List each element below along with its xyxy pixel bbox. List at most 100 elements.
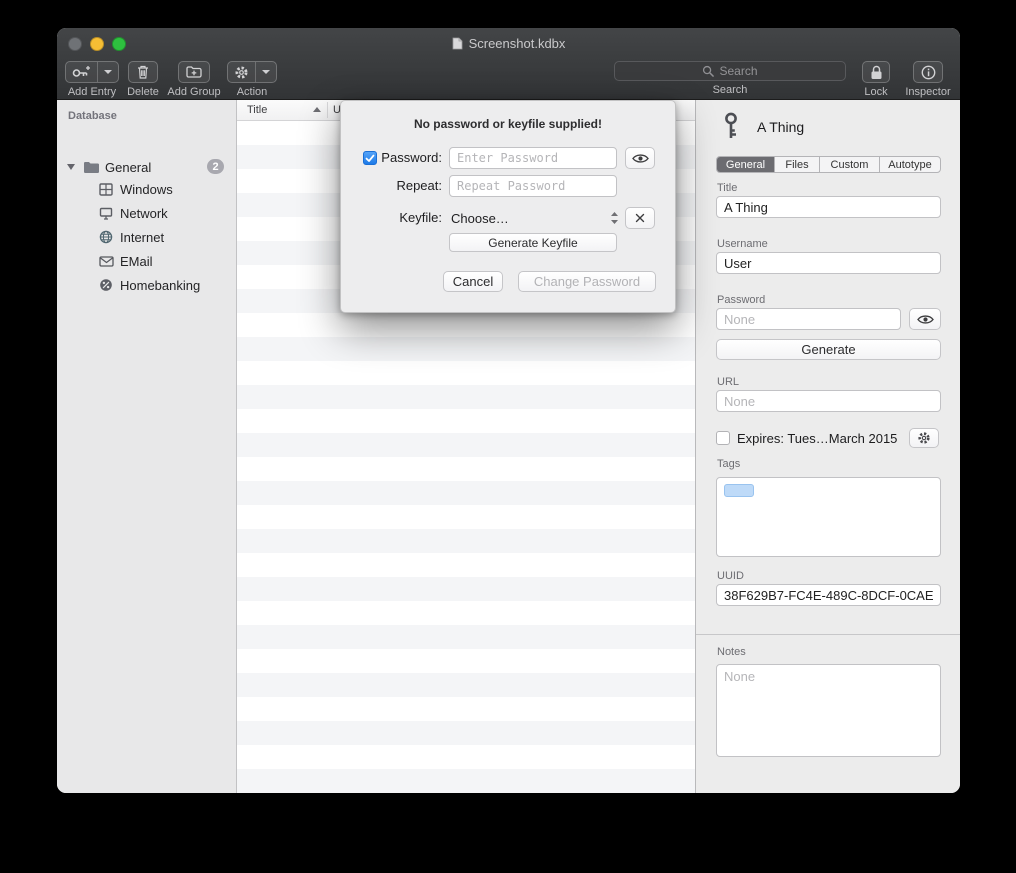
sidebar-group-general[interactable]: General 2 bbox=[57, 156, 236, 178]
sidebar-item-network[interactable]: Network bbox=[57, 202, 236, 224]
username-field-label: Username bbox=[717, 238, 768, 250]
folder-icon bbox=[82, 161, 100, 173]
checkmark-icon bbox=[365, 154, 375, 163]
expires-label: Expires: Tues…March 2015 bbox=[737, 431, 897, 446]
add-entry-key-icon bbox=[66, 62, 97, 82]
titlebar[interactable]: Screenshot.kdbx bbox=[57, 28, 960, 58]
envelope-icon bbox=[97, 256, 115, 267]
expires-settings-button[interactable] bbox=[909, 428, 939, 448]
tab-files[interactable]: Files bbox=[774, 157, 819, 172]
tags-field[interactable] bbox=[716, 477, 941, 557]
sidebar-item-windows[interactable]: Windows bbox=[57, 178, 236, 200]
notes-label: Notes bbox=[717, 646, 746, 658]
close-icon bbox=[635, 213, 645, 223]
sidebar-item-label: Network bbox=[120, 206, 168, 221]
tag-chip[interactable] bbox=[724, 484, 754, 497]
entry-count-badge: 2 bbox=[207, 159, 224, 174]
sidebar-group-label: General bbox=[105, 160, 151, 175]
add-group-button[interactable] bbox=[178, 61, 210, 83]
expires-checkbox[interactable] bbox=[716, 431, 730, 445]
eye-icon bbox=[917, 314, 934, 325]
window-title-text: Screenshot.kdbx bbox=[469, 36, 566, 51]
add-entry-label: Add Entry bbox=[68, 86, 116, 98]
dialog-password-label: Password: bbox=[381, 147, 442, 169]
sidebar-item-email[interactable]: EMail bbox=[57, 250, 236, 272]
inspector-tabs: General Files Custom Autotype bbox=[716, 156, 941, 173]
app-window: Screenshot.kdbx Add Entry bbox=[57, 28, 960, 793]
generate-keyfile-button[interactable]: Generate Keyfile bbox=[449, 233, 617, 252]
sidebar: Database General 2 Windows Network bbox=[57, 100, 237, 793]
title-field-label: Title bbox=[717, 182, 737, 194]
gear-icon bbox=[228, 62, 255, 82]
dialog-password-input[interactable] bbox=[449, 147, 617, 169]
lock-icon bbox=[870, 65, 883, 80]
chevron-down-icon bbox=[104, 70, 112, 74]
inspector-divider bbox=[696, 634, 960, 635]
add-group-label: Add Group bbox=[167, 86, 220, 98]
inspector-button[interactable] bbox=[913, 61, 943, 83]
change-password-dialog: No password or keyfile supplied! Passwor… bbox=[340, 100, 676, 313]
inspector-panel: A Thing General Files Custom Autotype Ti… bbox=[695, 100, 960, 793]
generate-password-button[interactable]: Generate bbox=[716, 339, 941, 360]
globe-icon bbox=[97, 230, 115, 244]
url-field[interactable] bbox=[716, 390, 941, 412]
cancel-button[interactable]: Cancel bbox=[443, 271, 503, 292]
username-field[interactable] bbox=[716, 252, 941, 274]
column-divider[interactable] bbox=[327, 102, 328, 118]
sidebar-item-label: EMail bbox=[120, 254, 153, 269]
dialog-repeat-label: Repeat: bbox=[396, 175, 442, 197]
keyfile-dropdown[interactable]: Choose… bbox=[445, 207, 625, 229]
percent-coin-icon bbox=[97, 278, 115, 292]
notes-field[interactable] bbox=[716, 664, 941, 757]
dialog-reveal-password-button[interactable] bbox=[625, 147, 655, 169]
change-password-button[interactable]: Change Password bbox=[518, 271, 656, 292]
sidebar-item-internet[interactable]: Internet bbox=[57, 226, 236, 248]
sidebar-item-label: Internet bbox=[120, 230, 164, 245]
delete-label: Delete bbox=[127, 86, 159, 98]
sidebar-section-header: Database bbox=[68, 110, 117, 122]
search-label: Search bbox=[713, 84, 748, 96]
toolbar: Add Entry Delete Add Group bbox=[57, 58, 960, 100]
monitor-icon bbox=[97, 207, 115, 220]
sidebar-item-homebanking[interactable]: Homebanking bbox=[57, 274, 236, 296]
clear-keyfile-button[interactable] bbox=[625, 207, 655, 229]
gear-icon bbox=[917, 431, 931, 445]
add-entry-dropdown[interactable] bbox=[97, 62, 118, 82]
password-enabled-checkbox[interactable] bbox=[363, 151, 377, 165]
stepper-arrows-icon bbox=[610, 211, 619, 225]
tab-custom[interactable]: Custom bbox=[819, 157, 879, 172]
uuid-label: UUID bbox=[717, 570, 744, 582]
keyfile-dropdown-value: Choose… bbox=[451, 211, 509, 226]
eye-icon bbox=[632, 153, 649, 164]
disclosure-triangle-icon[interactable] bbox=[67, 164, 75, 170]
search-icon bbox=[702, 65, 714, 77]
inspector-label: Inspector bbox=[905, 86, 950, 98]
dialog-repeat-input[interactable] bbox=[449, 175, 617, 197]
password-field[interactable] bbox=[716, 308, 901, 330]
uuid-field[interactable] bbox=[716, 584, 941, 606]
add-entry-button[interactable] bbox=[65, 61, 119, 83]
title-field[interactable] bbox=[716, 196, 941, 218]
search-input[interactable]: Search bbox=[614, 61, 846, 81]
info-icon bbox=[921, 65, 936, 80]
tab-autotype[interactable]: Autotype bbox=[879, 157, 940, 172]
column-header-title[interactable]: Title bbox=[247, 104, 267, 116]
document-icon bbox=[452, 37, 463, 50]
delete-button[interactable] bbox=[128, 61, 158, 83]
dialog-keyfile-label: Keyfile: bbox=[399, 207, 442, 229]
action-button[interactable] bbox=[227, 61, 277, 83]
url-field-label: URL bbox=[717, 376, 739, 388]
trash-icon bbox=[137, 65, 149, 79]
lock-button[interactable] bbox=[862, 61, 890, 83]
tab-general[interactable]: General bbox=[717, 157, 774, 172]
sidebar-item-label: Homebanking bbox=[120, 278, 200, 293]
action-dropdown[interactable] bbox=[255, 62, 276, 82]
window-panes-icon bbox=[97, 183, 115, 196]
tags-label: Tags bbox=[717, 458, 740, 470]
window-chrome: Screenshot.kdbx Add Entry bbox=[57, 28, 960, 100]
reveal-password-button[interactable] bbox=[909, 308, 941, 330]
folder-plus-icon bbox=[186, 66, 202, 78]
dialog-message: No password or keyfile supplied! bbox=[341, 117, 675, 131]
search-placeholder: Search bbox=[719, 64, 757, 78]
password-field-label: Password bbox=[717, 294, 765, 306]
